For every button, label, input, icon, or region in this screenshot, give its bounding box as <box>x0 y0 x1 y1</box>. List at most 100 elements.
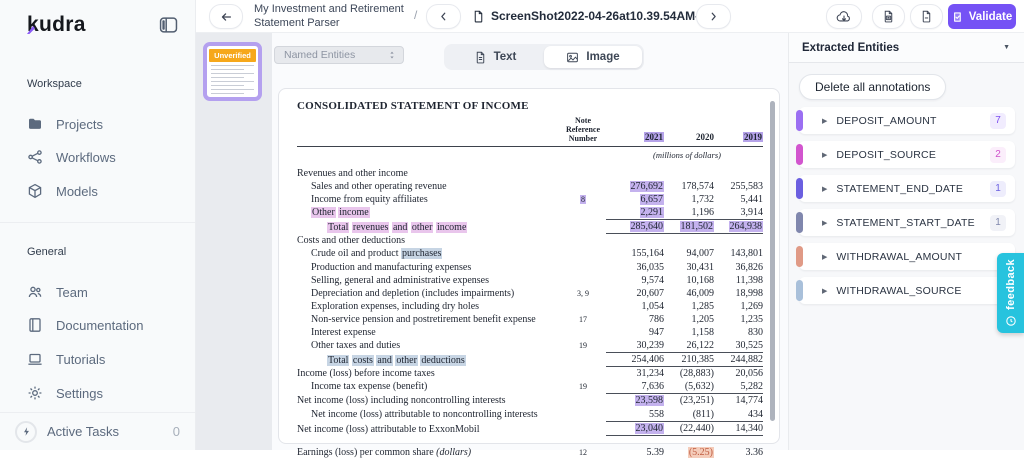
entity-card[interactable]: ▶STATEMENT_END_DATE1 <box>799 175 1015 202</box>
entity-highlight[interactable]: 23,598 <box>635 395 665 406</box>
entity-type-select[interactable]: Named Entities <box>274 46 404 64</box>
row-note: 19 <box>560 339 606 352</box>
entity-highlight[interactable]: costs <box>352 355 374 366</box>
entity-highlight[interactable]: 181,502 <box>680 221 715 232</box>
entity-highlight[interactable]: 285,640 <box>630 221 665 232</box>
section-label-general: General <box>27 246 66 258</box>
next-document-button[interactable] <box>696 4 731 29</box>
entity-card[interactable]: ▶DEPOSIT_SOURCE2 <box>799 141 1015 168</box>
sidebar-item-team[interactable]: Team <box>27 284 88 300</box>
entity-name: DEPOSIT_AMOUNT <box>836 115 990 127</box>
export-excel-button[interactable] <box>872 4 905 29</box>
text-fragment: 18,998 <box>736 288 764 299</box>
text-fragment: Production and manufacturing expenses <box>311 262 471 273</box>
table-row: Exploration expenses, including dry hole… <box>297 300 763 313</box>
select-arrows-icon <box>387 50 397 60</box>
entity-highlight[interactable]: income <box>338 207 369 218</box>
entity-highlight[interactable]: 264,938 <box>729 221 764 232</box>
entity-highlight[interactable]: (5.25) <box>688 447 714 458</box>
entity-highlight[interactable]: purchases <box>401 248 442 259</box>
entity-highlight[interactable]: 2019 <box>743 132 763 142</box>
laptop-icon <box>27 351 43 367</box>
expand-caret-icon[interactable]: ▶ <box>822 253 827 261</box>
entity-highlight[interactable]: Total <box>327 355 349 366</box>
document-scrollbar[interactable] <box>770 101 775 421</box>
sidebar-item-label: Workflows <box>56 150 116 165</box>
entity-card[interactable]: ▶DEPOSIT_AMOUNT7 <box>799 107 1015 134</box>
download-button[interactable] <box>826 4 862 29</box>
text-fragment: 1,196 <box>692 207 715 218</box>
entity-highlight[interactable]: income <box>436 222 467 233</box>
panel-collapse-icon[interactable]: ▼ <box>1003 44 1010 51</box>
validate-button[interactable]: Validate <box>948 4 1016 29</box>
text-fragment: Exploration expenses, including dry hole… <box>311 301 479 312</box>
expand-caret-icon[interactable]: ▶ <box>822 185 827 193</box>
row-value: 14,774 <box>714 394 763 407</box>
export-document-button[interactable] <box>910 4 943 29</box>
entity-highlight[interactable]: other <box>411 222 434 233</box>
expand-caret-icon[interactable]: ▶ <box>822 151 827 159</box>
feedback-button[interactable]: feedback <box>997 253 1024 333</box>
table-row: Interest expense 9471,158830 <box>297 326 763 339</box>
text-fragment: Interest expense <box>311 327 376 338</box>
sidebar-item-projects[interactable]: Projects <box>27 116 103 132</box>
entity-highlight[interactable]: 2021 <box>644 132 664 142</box>
row-value: 5.39 <box>606 446 664 459</box>
text-fragment: 20,607 <box>637 288 665 299</box>
entity-highlight[interactable]: other <box>395 355 418 366</box>
entity-highlight[interactable]: 276,692 <box>630 181 665 192</box>
text-fragment: 178,574 <box>682 181 715 192</box>
previous-document-button[interactable] <box>426 4 461 29</box>
expand-caret-icon[interactable]: ▶ <box>822 287 827 295</box>
entity-highlight[interactable]: revenues <box>352 222 390 233</box>
text-fragment: 10,168 <box>687 275 715 286</box>
table-row: Net income (loss) including noncontrolli… <box>297 393 763 407</box>
sidebar-collapse-icon[interactable] <box>159 16 179 34</box>
row-label: Other income <box>297 206 560 219</box>
entity-highlight[interactable]: 23,040 <box>635 423 665 434</box>
entity-highlight[interactable]: Other <box>311 207 336 218</box>
sidebar-item-models[interactable]: Models <box>27 183 98 199</box>
sidebar-item-settings[interactable]: Settings <box>27 385 103 401</box>
text-fragment: 830 <box>748 327 763 338</box>
entity-highlight[interactable]: and <box>392 222 408 233</box>
sidebar-item-label: Documentation <box>56 318 143 333</box>
page-thumbnail[interactable]: Unverified <box>203 42 262 101</box>
app: kudra Workspace Projects Workflows Model… <box>0 0 1024 450</box>
row-label: Net income (loss) attributable to ExxonM… <box>297 423 560 436</box>
row-label: Net income (loss) attributable to noncon… <box>297 408 560 421</box>
row-values: 36,03530,43136,826 <box>606 261 763 274</box>
sidebar-item-label: Tutorials <box>56 352 105 367</box>
entity-highlight[interactable]: 6,657 <box>640 194 665 205</box>
arrow-left-icon <box>219 10 233 24</box>
active-tasks[interactable]: Active Tasks 0 <box>0 413 195 450</box>
row-label: Total costs and other deductions <box>297 354 560 367</box>
text-fragment: 30,239 <box>637 340 665 351</box>
entity-highlight[interactable]: and <box>376 355 392 366</box>
row-label: Exploration expenses, including dry hole… <box>297 300 560 313</box>
entity-highlight[interactable]: 2,291 <box>640 207 665 218</box>
sidebar-item-tutorials[interactable]: Tutorials <box>27 351 105 367</box>
entity-card[interactable]: ▶WITHDRAWAL_SOURCE <box>799 277 1015 304</box>
text-fragment: 255,583 <box>731 181 764 192</box>
entity-card[interactable]: ▶WITHDRAWAL_AMOUNT <box>799 243 1015 270</box>
sidebar-item-workflows[interactable]: Workflows <box>27 149 116 165</box>
text-fragment: (5,632) <box>685 381 714 392</box>
row-values: 9471,158830 <box>606 326 763 339</box>
delete-all-annotations-button[interactable]: Delete all annotations <box>799 74 946 100</box>
row-values: 7861,2051,235 <box>606 313 763 326</box>
entity-card[interactable]: ▶STATEMENT_START_DATE1 <box>799 209 1015 236</box>
text-fragment: 210,385 <box>682 354 715 365</box>
table-row: Revenues and other income <box>297 167 763 180</box>
entity-highlight[interactable]: Total <box>327 222 349 233</box>
entity-highlight[interactable]: deductions <box>420 355 465 366</box>
expand-caret-icon[interactable]: ▶ <box>822 219 827 227</box>
expand-caret-icon[interactable]: ▶ <box>822 117 827 125</box>
entity-highlight[interactable]: 8 <box>580 195 586 204</box>
back-button[interactable] <box>209 4 243 29</box>
text-fragment: Income tax expense (benefit) <box>311 381 427 392</box>
sidebar-item-documentation[interactable]: Documentation <box>27 317 143 333</box>
row-label: Costs and other deductions <box>297 234 560 247</box>
tab-image[interactable]: Image <box>544 46 642 68</box>
tab-text[interactable]: Text <box>446 46 544 68</box>
